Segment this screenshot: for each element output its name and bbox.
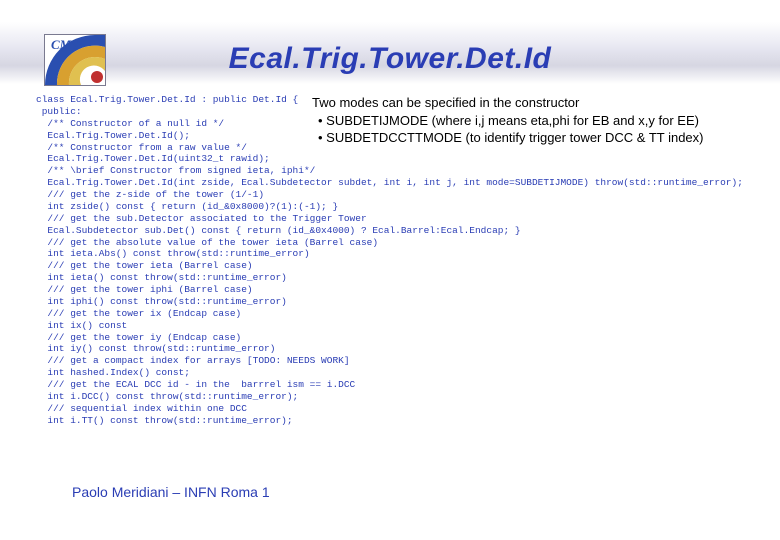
header-band: CMS Ecal.Trig.Tower.Det.Id	[0, 22, 780, 84]
code-block: class Ecal.Trig.Tower.Det.Id : public De…	[36, 94, 770, 427]
page-title: Ecal.Trig.Tower.Det.Id	[0, 42, 780, 76]
content-area: Two modes can be specified in the constr…	[36, 94, 770, 427]
footer-author: Paolo Meridiani – INFN Roma 1	[72, 484, 270, 500]
